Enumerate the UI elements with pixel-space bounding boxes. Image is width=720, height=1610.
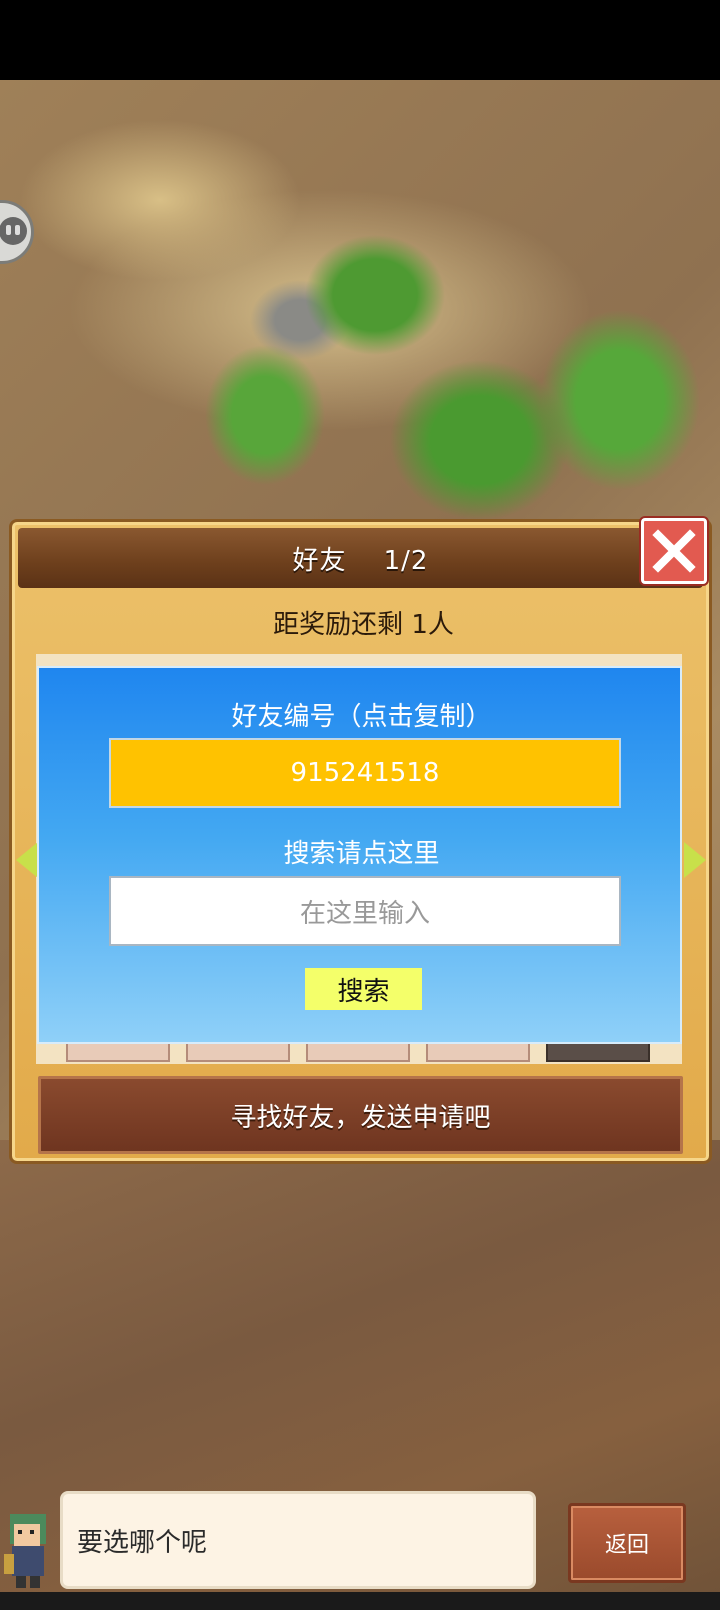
friend-code-panel: 好友编号（点击复制） 915241518 搜索请点这里 在这里输入 搜索 <box>37 666 682 1044</box>
close-button[interactable] <box>641 518 707 584</box>
find-friends-button[interactable]: 寻找好友，发送申请吧 <box>38 1076 683 1154</box>
arrow-right-icon[interactable] <box>684 842 706 878</box>
back-button[interactable]: 返回 <box>568 1503 686 1583</box>
speech-bubble: 要选哪个呢 <box>60 1491 536 1589</box>
reward-remaining-text: 距奖励还剩 1人 <box>273 610 454 640</box>
close-icon <box>652 529 696 573</box>
status-bar <box>0 0 720 80</box>
search-button[interactable]: 搜索 <box>305 968 422 1010</box>
emoji-face-icon <box>0 217 27 245</box>
speech-text: 要选哪个呢 <box>77 1527 208 1558</box>
bottom-strip <box>0 1592 720 1610</box>
character-avatar <box>4 1514 46 1588</box>
dialog-header: 好友 1/2 <box>18 528 703 588</box>
search-input[interactable]: 在这里输入 <box>109 876 621 946</box>
search-label: 搜索请点这里 <box>283 839 440 869</box>
friend-id-copy-field[interactable]: 915241518 <box>109 738 621 808</box>
arrow-left-icon[interactable] <box>16 842 38 878</box>
dialog-title: 好友 1/2 <box>292 545 429 576</box>
friend-id-label: 好友编号（点击复制） <box>231 702 492 732</box>
